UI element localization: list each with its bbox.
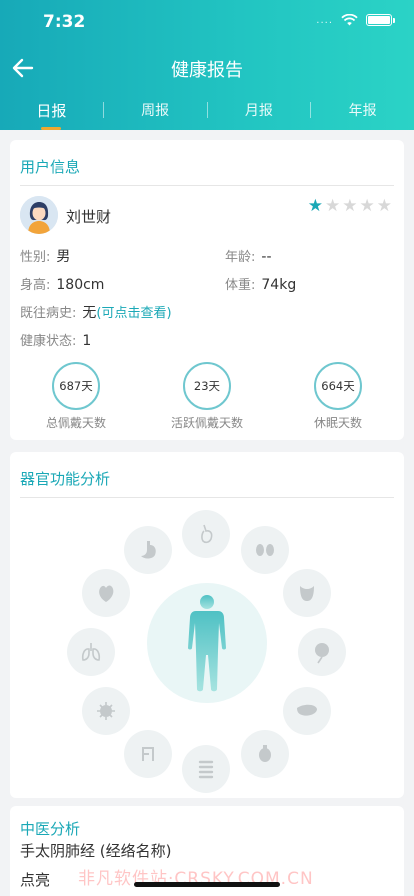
heart-icon (99, 585, 114, 602)
organ-intestine[interactable] (182, 745, 230, 793)
age-row: 年龄: -- (225, 246, 272, 265)
home-indicator[interactable] (134, 882, 280, 887)
organ-stomach[interactable] (124, 526, 172, 574)
rating-stars: ★ ★ ★ ★ ★ (308, 198, 392, 215)
age-label: 年龄: (225, 250, 256, 265)
organ-wheel (10, 498, 404, 798)
nav-bar: 健康报告 (0, 46, 414, 90)
organ-lungs[interactable] (67, 628, 115, 676)
organ-liver[interactable] (182, 510, 230, 558)
history-link[interactable]: (可点击查看) (96, 306, 171, 321)
kidney-icon (256, 544, 274, 556)
history-label: 既往病史: (20, 306, 77, 321)
stat-sleep-days: 664天 休眠天数 (278, 362, 398, 431)
gender-value: 男 (56, 249, 71, 265)
report-tabs: 日报 周报 月报 年报 (0, 94, 414, 130)
health-row: 健康状态: 1 (20, 330, 91, 349)
star-icon: ★ (307, 196, 323, 216)
tab-weekly[interactable]: 周报 (104, 94, 207, 130)
intestine-icon (198, 760, 214, 779)
organ-kidney[interactable] (241, 526, 289, 574)
tab-monthly[interactable]: 月报 (208, 94, 311, 130)
organ-bladder[interactable] (283, 569, 331, 617)
organ-liver-right[interactable] (283, 687, 331, 735)
star-icon: ★ (376, 196, 392, 216)
weight-row: 体重: 74kg (225, 274, 296, 293)
height-row: 身高: 180cm (20, 274, 104, 293)
organ-stomach-small[interactable] (241, 730, 289, 778)
stat-circle: 664天 (314, 362, 362, 410)
history-value: 无 (82, 305, 97, 321)
stomach-icon (141, 541, 156, 559)
bacteria-icon (97, 702, 115, 720)
organ-pancreas[interactable] (298, 628, 346, 676)
app-header: 7:32 .... 健康报告 日报 周报 月报 年报 (0, 0, 414, 130)
liver-icon (201, 524, 213, 544)
status-time: 7:32 (43, 12, 86, 32)
health-label: 健康状态: (20, 334, 77, 349)
height-label: 身高: (20, 278, 51, 293)
organ-analysis-card: 器官功能分析 (10, 452, 404, 798)
stat-label: 总佩戴天数 (45, 416, 106, 430)
star-icon: ★ (342, 196, 358, 216)
pancreas-icon (315, 643, 329, 664)
health-value: 1 (82, 333, 92, 349)
bladder-icon (300, 586, 314, 601)
stat-circle: 687天 (52, 362, 100, 410)
signal-icon: .... (316, 14, 333, 26)
tcm-title: 中医分析 (20, 820, 81, 838)
weight-value: 74kg (261, 277, 297, 293)
organ-heart[interactable] (82, 569, 130, 617)
user-info-grid: 性别: 男 年龄: -- 身高: 180cm 体重: 74kg 既往病史: 无(可点击查看… (10, 242, 404, 362)
meridian-name: 手太阴肺经 (经络名称) (20, 842, 172, 860)
status-bar: 7:32 .... (0, 0, 414, 46)
page-title: 健康报告 (171, 60, 243, 81)
stat-label: 活跃佩戴天数 (170, 416, 243, 430)
organ-analysis-title: 器官功能分析 (20, 470, 111, 488)
lungs-icon (81, 643, 101, 661)
stat-active-days: 23天 活跃佩戴天数 (147, 362, 267, 431)
star-icon: ★ (359, 196, 375, 216)
user-name: 刘世财 (66, 208, 112, 226)
human-body-icon (188, 595, 226, 692)
user-info-title: 用户信息 (20, 158, 81, 176)
stat-circle: 23天 (183, 362, 231, 410)
tab-yearly[interactable]: 年报 (311, 94, 414, 130)
history-row: 既往病史: 无(可点击查看) (20, 302, 172, 322)
organ-bacteria[interactable] (82, 687, 130, 735)
organ-small-intestine[interactable] (124, 730, 172, 778)
tab-daily[interactable]: 日报 (0, 94, 103, 130)
wifi-icon (341, 14, 358, 26)
battery-icon (366, 14, 395, 26)
star-icon: ★ (325, 196, 341, 216)
stat-total-days: 687天 总佩戴天数 (16, 362, 136, 431)
wear-stats: 687天 总佩戴天数 23天 活跃佩戴天数 664天 休眠天数 (10, 362, 404, 442)
avatar-icon (20, 196, 58, 234)
liver-right-icon (297, 704, 317, 716)
status-icons: .... (316, 14, 395, 26)
user-row: 刘世财 ★ ★ ★ ★ ★ (10, 186, 404, 242)
avatar[interactable] (20, 196, 58, 234)
stat-label: 休眠天数 (313, 416, 362, 430)
gender-row: 性别: 男 (20, 246, 70, 266)
stomach-small-icon (259, 745, 271, 762)
age-value: -- (261, 249, 272, 265)
height-value: 180cm (56, 277, 105, 293)
user-info-card: 用户信息 刘世财 ★ ★ ★ ★ ★ 性别: 男 年龄: -- 身高: 180c… (10, 140, 404, 440)
weight-label: 体重: (225, 278, 256, 293)
body-circle (147, 583, 267, 703)
small-intestine-icon (142, 747, 154, 761)
gender-label: 性别: (20, 250, 51, 265)
